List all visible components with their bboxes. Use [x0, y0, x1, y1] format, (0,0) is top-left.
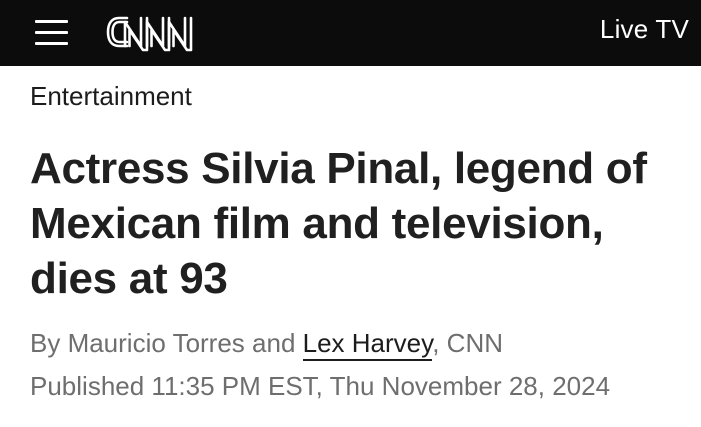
byline: By Mauricio Torres and Lex Harvey, CNN	[30, 327, 503, 361]
byline-prefix: By Mauricio Torres and	[30, 328, 303, 358]
menu-line	[35, 41, 68, 45]
section-label[interactable]: Entertainment	[30, 80, 192, 112]
menu-line	[35, 30, 68, 34]
hamburger-menu-icon[interactable]	[30, 13, 72, 51]
article-headline: Actress Silvia Pinal, legend of Mexican …	[30, 144, 647, 303]
author-link[interactable]: Lex Harvey	[302, 328, 433, 361]
site-header: Live TV	[0, 0, 701, 66]
menu-line	[35, 19, 68, 23]
live-tv-link[interactable]: Live TV	[600, 14, 689, 44]
byline-suffix: , CNN	[432, 328, 503, 358]
cnn-logo[interactable]	[103, 8, 195, 56]
published-timestamp: Published 11:35 PM EST, Thu November 28,…	[30, 371, 611, 401]
